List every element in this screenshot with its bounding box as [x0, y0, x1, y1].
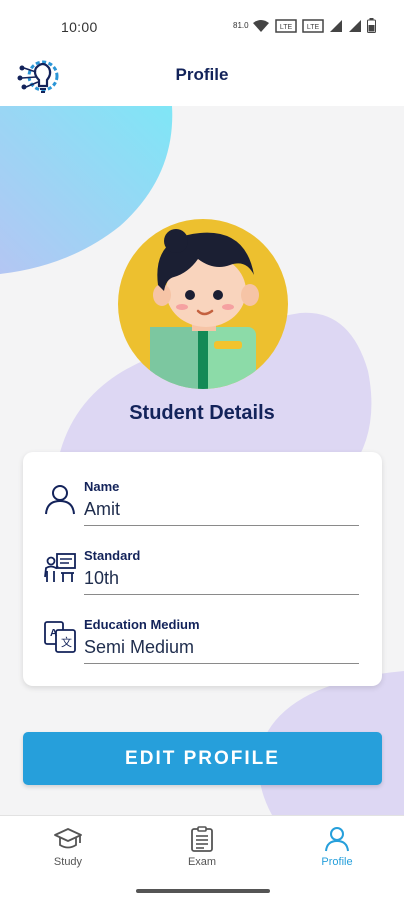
- svg-text:文: 文: [61, 635, 72, 649]
- nav-item-exam[interactable]: Exam: [162, 826, 242, 876]
- classroom-icon: [44, 553, 76, 582]
- nav-label-study: Study: [53, 856, 83, 868]
- avatar: [118, 219, 288, 389]
- volte-icon: LTE: [275, 18, 297, 33]
- field-underline: [84, 594, 359, 595]
- standard-field[interactable]: Standard 10th: [23, 541, 382, 611]
- field-underline: [84, 663, 359, 664]
- signal-icon: [330, 19, 342, 32]
- status-icons: 81.0 LTE LTE: [233, 18, 376, 33]
- section-title: Student Details: [129, 402, 275, 424]
- svg-text:A: A: [50, 628, 57, 639]
- battery-icon: [367, 18, 376, 33]
- svg-text:LTE: LTE: [280, 24, 293, 31]
- edit-profile-button[interactable]: EDIT PROFILE: [23, 732, 382, 785]
- standard-label: Standard: [84, 548, 141, 563]
- status-time: 10:00: [61, 19, 98, 35]
- data-speed-icon: 81.0: [233, 20, 249, 30]
- education-medium-label: Education Medium: [84, 617, 200, 632]
- name-label: Name: [84, 479, 120, 494]
- translate-icon: A 文: [44, 621, 76, 653]
- svg-text:LTE: LTE: [307, 24, 320, 31]
- user-icon: [45, 485, 75, 515]
- nav-label-exam: Exam: [187, 856, 217, 868]
- page-title: Profile: [175, 65, 229, 84]
- status-bar: 10:00 81.0 LTE LTE: [0, 0, 404, 50]
- user-icon: [325, 827, 349, 852]
- nav-item-study[interactable]: Study: [28, 826, 108, 876]
- student-details-card: Name Amit Standard 10th A 文 Education Me…: [23, 452, 382, 686]
- signal-icon: [349, 19, 361, 32]
- volte-icon: LTE: [302, 18, 324, 33]
- nav-item-profile[interactable]: Profile: [297, 826, 377, 876]
- clipboard-icon: [191, 826, 213, 852]
- name-value: Amit: [84, 499, 120, 519]
- app-bar: Profile: [0, 50, 404, 106]
- education-medium-value: Semi Medium: [84, 637, 195, 657]
- student-avatar-icon: [150, 229, 259, 389]
- education-medium-field[interactable]: A 文 Education Medium Semi Medium: [23, 610, 382, 680]
- graduation-cap-icon: [54, 828, 82, 849]
- wifi-icon: [253, 19, 269, 32]
- nav-label-profile: Profile: [321, 856, 353, 868]
- field-underline: [84, 525, 359, 526]
- profile-content: Student Details Name Amit Standard 10th …: [0, 106, 404, 815]
- bottom-nav: Study Exam Profile: [0, 815, 404, 900]
- name-field[interactable]: Name Amit: [23, 472, 382, 542]
- standard-value: 10th: [84, 568, 120, 588]
- home-indicator[interactable]: [136, 889, 270, 893]
